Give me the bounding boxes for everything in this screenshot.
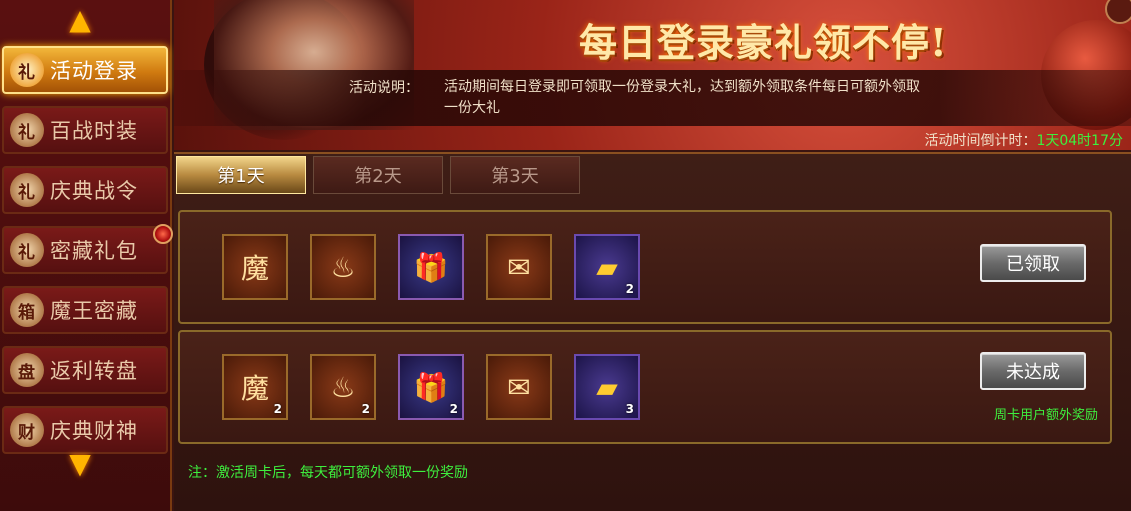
wheel-icon: 盘 xyxy=(10,353,44,387)
weekly-card-extra-label: 周卡用户额外奖励 xyxy=(993,408,1098,423)
reward-item[interactable]: ✉ xyxy=(486,354,552,420)
sidebar-item-fashion[interactable]: 礼 百战时装 xyxy=(2,106,168,154)
red-gourd-icon: ♨ xyxy=(330,370,356,404)
close-icon[interactable] xyxy=(1105,0,1131,24)
countdown-value: 1天04时17分 xyxy=(1036,133,1123,149)
tab-day-1[interactable]: 第1天 xyxy=(176,156,306,194)
demon-seal-icon: 魔 xyxy=(240,372,269,405)
reward-row-weekly: 魔 2 ♨ 2 🎁 2 ✉ ▰ 3 未达成 周卡用户额外奖励 xyxy=(178,330,1112,444)
sidebar: ▲ 礼 活动登录 礼 百战时装 礼 庆典战令 礼 密藏礼包 箱 魔王密藏 盘 返… xyxy=(0,0,173,511)
sidebar-item-label: 活动登录 xyxy=(50,59,138,83)
sidebar-item-label: 百战时装 xyxy=(50,119,138,143)
gold-ingot-icon: ▰ xyxy=(596,250,618,284)
description-label: 活动说明： xyxy=(349,80,419,96)
countdown: 活动时间倒计时：1天04时17分 xyxy=(924,130,1123,150)
activity-window: ▲ 礼 活动登录 礼 百战时装 礼 庆典战令 礼 密藏礼包 箱 魔王密藏 盘 返… xyxy=(0,0,1131,511)
tab-day-2[interactable]: 第2天 xyxy=(313,156,443,194)
sidebar-item-secret-pack[interactable]: 礼 密藏礼包 xyxy=(2,226,168,274)
reward-item[interactable]: 魔 xyxy=(222,234,288,300)
reward-item[interactable]: ♨ 2 xyxy=(310,354,376,420)
red-gourd-icon: ♨ xyxy=(330,250,356,284)
gift-icon: 礼 xyxy=(10,53,44,87)
reward-item[interactable]: ▰ 2 xyxy=(574,234,640,300)
treasure-chest-icon: 箱 xyxy=(10,293,44,327)
token-tag-icon: ✉ xyxy=(507,370,531,404)
reward-item[interactable]: ✉ xyxy=(486,234,552,300)
sidebar-item-battle-pass[interactable]: 礼 庆典战令 xyxy=(2,166,168,214)
item-count: 2 xyxy=(449,402,458,416)
not-reached-button[interactable]: 未达成 xyxy=(980,352,1086,390)
notification-dot-icon xyxy=(153,224,173,244)
reward-item[interactable]: 魔 2 xyxy=(222,354,288,420)
fortune-icon: 财 xyxy=(10,413,44,447)
countdown-label: 活动时间倒计时： xyxy=(924,133,1037,149)
gift-icon: 礼 xyxy=(10,173,44,207)
gift-icon: 礼 xyxy=(10,113,44,147)
claimed-button[interactable]: 已领取 xyxy=(980,244,1086,282)
reward-item[interactable]: 🎁 xyxy=(398,234,464,300)
sidebar-item-label: 密藏礼包 xyxy=(50,239,138,263)
reward-item[interactable]: 🎁 2 xyxy=(398,354,464,420)
sidebar-item-label: 返利转盘 xyxy=(50,359,138,383)
scroll-up-arrow-icon[interactable]: ▲ xyxy=(56,3,104,36)
scroll-down-arrow-icon[interactable]: ▼ xyxy=(56,447,104,480)
footer-note: 注：激活周卡后，每天都可额外领取一份奖励 xyxy=(188,465,468,481)
reward-item[interactable]: ♨ xyxy=(310,234,376,300)
sidebar-item-label: 庆典战令 xyxy=(50,179,138,203)
item-count: 2 xyxy=(273,402,282,416)
sidebar-item-demon-treasure[interactable]: 箱 魔王密藏 xyxy=(2,286,168,334)
item-count: 2 xyxy=(361,402,370,416)
sidebar-item-wheel[interactable]: 盘 返利转盘 xyxy=(2,346,168,394)
sidebar-item-activity-login[interactable]: 礼 活动登录 xyxy=(2,46,168,94)
reward-row-daily: 魔 ♨ 🎁 ✉ ▰ 2 已领取 xyxy=(178,210,1112,324)
reward-panel: 第1天 第2天 第3天 魔 ♨ 🎁 ✉ ▰ 2 已领取 魔 2 ♨ 2 🎁 2 … xyxy=(174,152,1131,511)
gift-box-icon: 🎁 xyxy=(413,250,449,284)
banner: 每日登录豪礼领不停! 活动说明： 活动期间每日登录即可领取一份登录大礼，达到额外… xyxy=(174,0,1131,150)
token-tag-icon: ✉ xyxy=(507,250,531,284)
item-count: 3 xyxy=(625,402,634,416)
tab-day-3[interactable]: 第3天 xyxy=(450,156,580,194)
gift-box-icon: 🎁 xyxy=(413,370,449,404)
gift-icon: 礼 xyxy=(10,233,44,267)
reward-item[interactable]: ▰ 3 xyxy=(574,354,640,420)
demon-seal-icon: 魔 xyxy=(240,252,269,285)
item-count: 2 xyxy=(625,282,634,296)
description-text: 活动期间每日登录即可领取一份登录大礼，达到额外领取条件每日可额外领取一份大礼 xyxy=(444,79,920,116)
gold-ingot-icon: ▰ xyxy=(596,370,618,404)
sidebar-item-label: 庆典财神 xyxy=(50,419,138,443)
sidebar-item-label: 魔王密藏 xyxy=(50,299,138,323)
banner-title: 每日登录豪礼领不停! xyxy=(579,20,948,65)
